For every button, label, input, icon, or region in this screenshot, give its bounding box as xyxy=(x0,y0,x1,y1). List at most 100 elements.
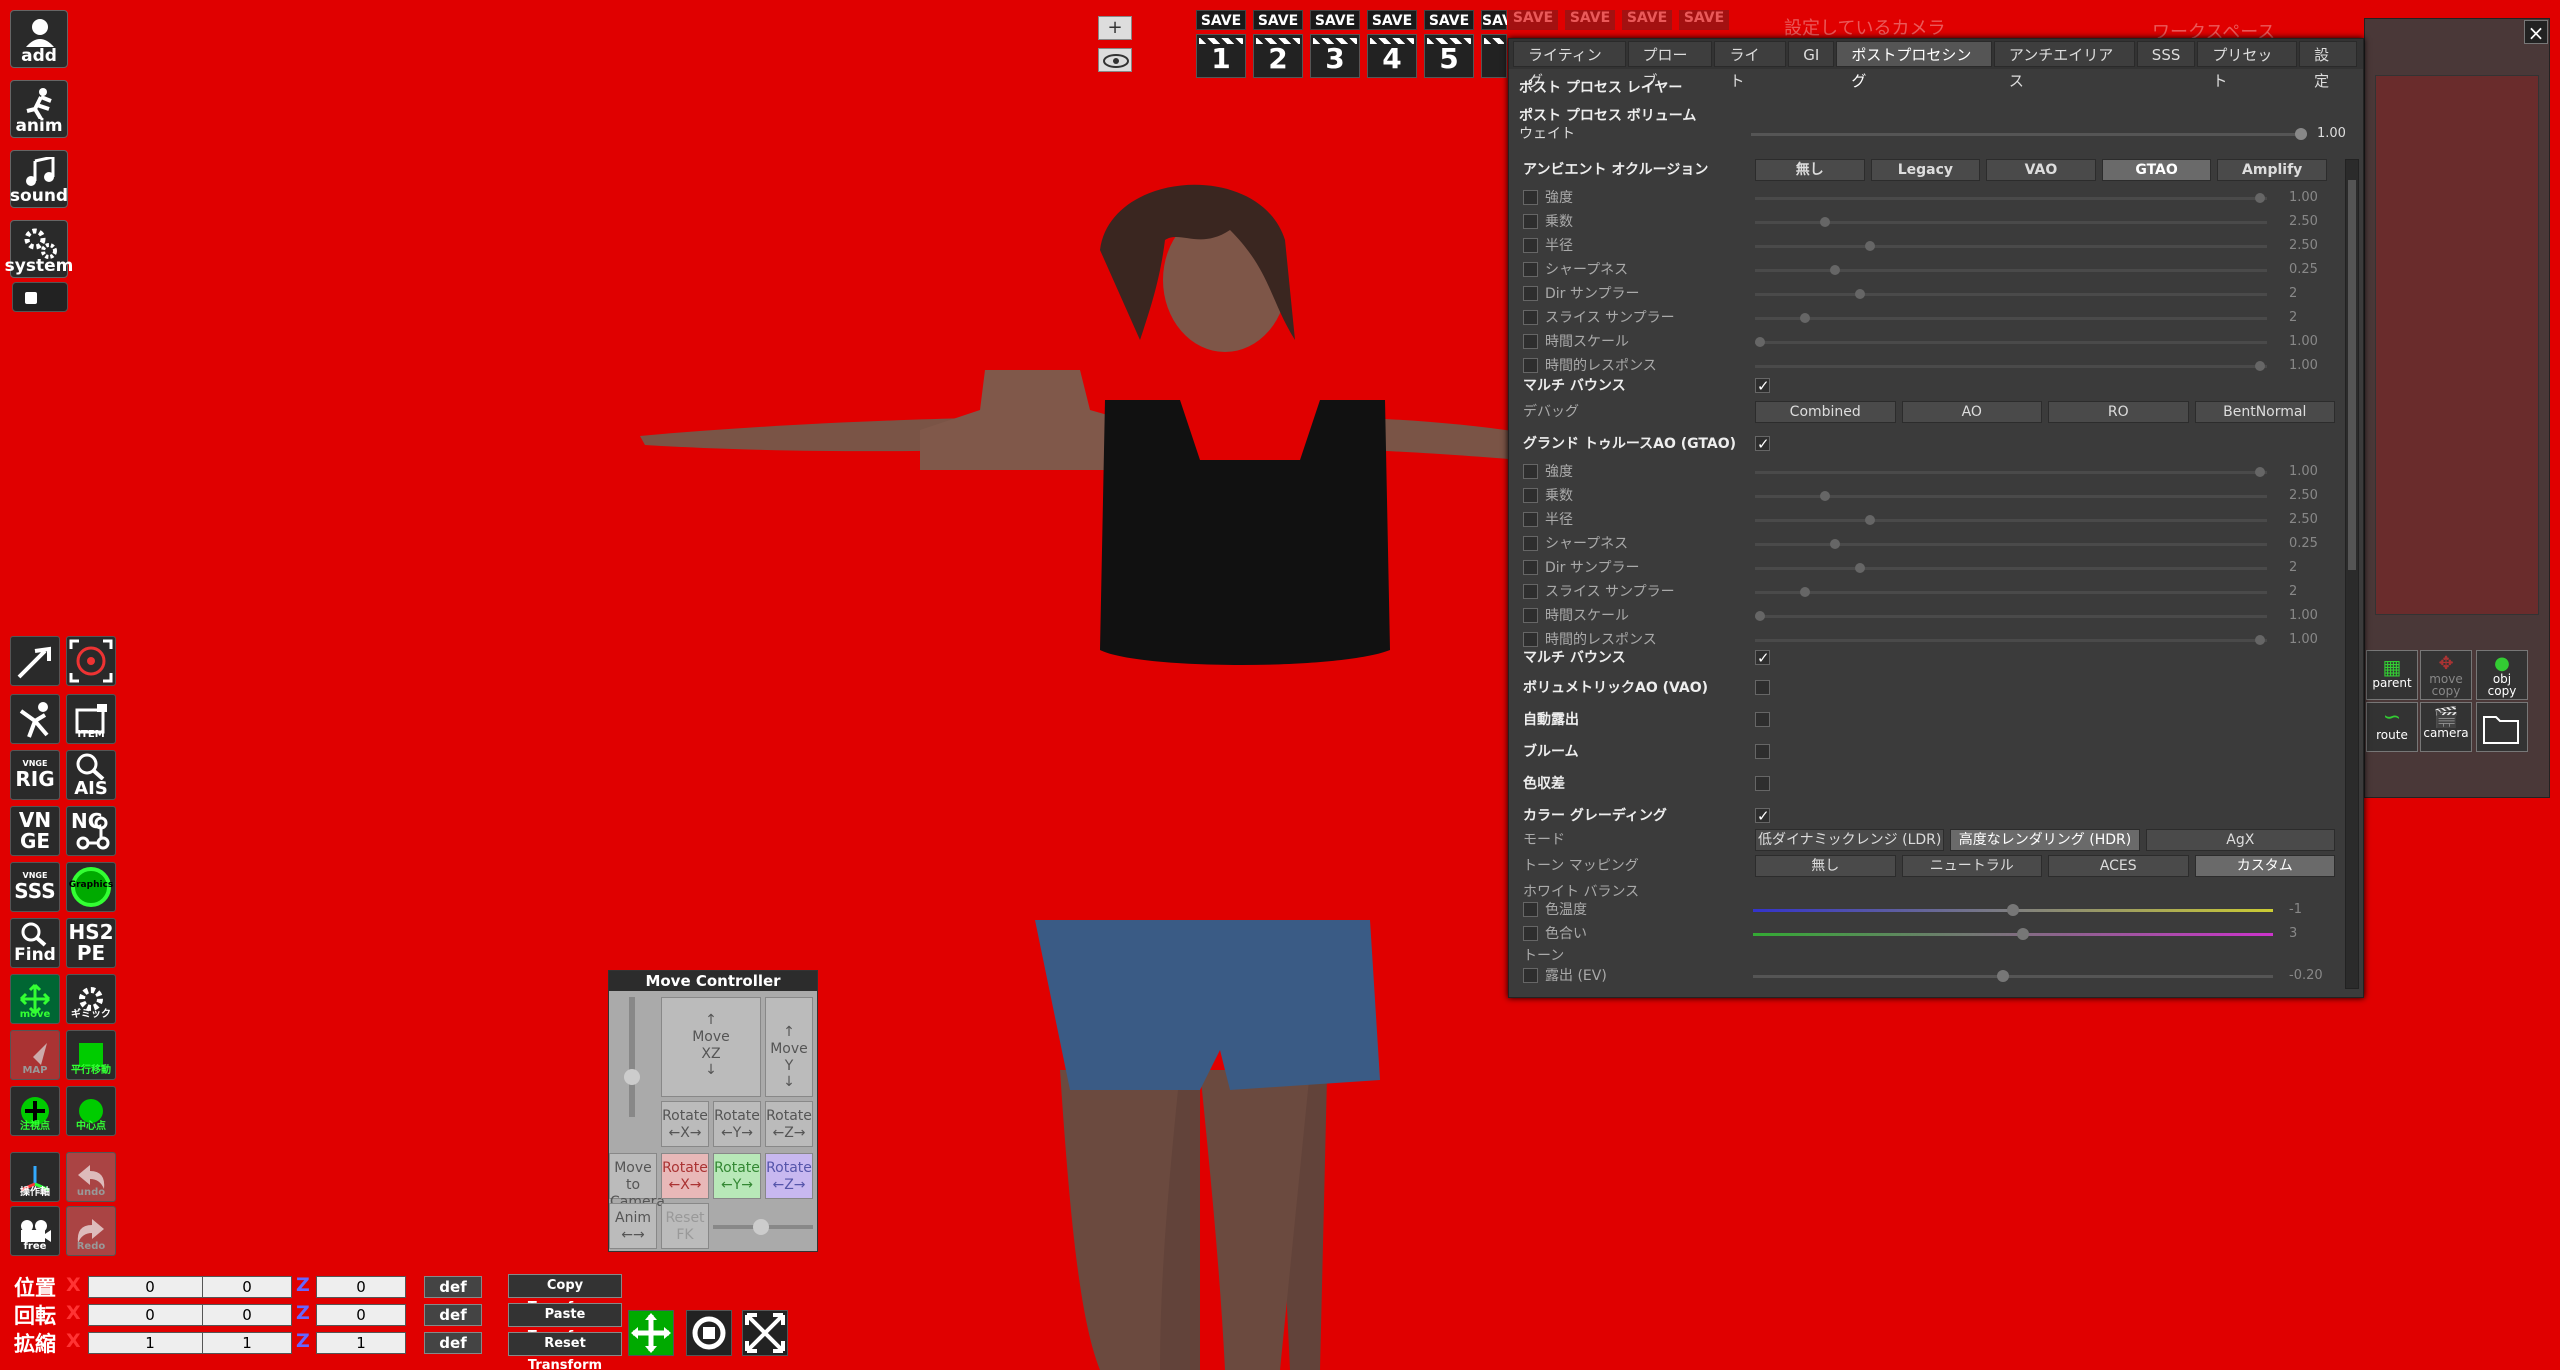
gtao-checkbox[interactable] xyxy=(1755,433,1770,455)
param-slider[interactable] xyxy=(1755,539,2267,549)
scale-def-button[interactable]: def xyxy=(424,1332,482,1354)
param-checkbox[interactable] xyxy=(1523,334,1538,349)
route-button[interactable]: ∽ route xyxy=(2366,702,2418,752)
param-knob[interactable] xyxy=(1755,611,1765,621)
sound-button[interactable]: sound xyxy=(10,150,68,208)
debug-combined[interactable]: Combined xyxy=(1755,401,1896,423)
weight-slider[interactable] xyxy=(1751,128,2307,140)
param-knob[interactable] xyxy=(1855,289,1865,299)
param-slider[interactable] xyxy=(1755,313,2267,323)
rotation-y-field[interactable]: 0 xyxy=(202,1304,292,1326)
tab-antialiasing[interactable]: アンチエイリアス xyxy=(1993,41,2135,90)
save-slot-5[interactable]: SAVE 5 xyxy=(1424,10,1474,78)
param-knob[interactable] xyxy=(1855,563,1865,573)
param-slider[interactable] xyxy=(1755,217,2267,227)
graphics-button[interactable]: Graphics xyxy=(66,862,116,912)
param-slider[interactable] xyxy=(1755,337,2267,347)
redo-button[interactable]: Redo xyxy=(66,1206,116,1256)
param-checkbox[interactable] xyxy=(1523,536,1538,551)
position-y-field[interactable]: 0 xyxy=(202,1276,292,1298)
param-knob[interactable] xyxy=(2255,193,2265,203)
close-icon[interactable]: × xyxy=(2524,20,2548,45)
save-slot-3[interactable]: SAVE 3 xyxy=(1310,10,1360,78)
param-knob[interactable] xyxy=(1830,265,1840,275)
param-knob[interactable] xyxy=(1865,515,1875,525)
obj-copy-button[interactable]: ● obj copy xyxy=(2476,650,2528,700)
scale-y-field[interactable]: 1 xyxy=(202,1332,292,1354)
mode-agx[interactable]: AgX xyxy=(2145,829,2335,851)
tab-post-processing[interactable]: ポストプロセシング xyxy=(1836,41,1992,90)
vnge-sss-button[interactable]: VNGE SSS xyxy=(10,862,60,912)
operation-axis-button[interactable]: 操作軸 xyxy=(10,1152,60,1202)
scale-z-field[interactable]: 1 xyxy=(316,1332,406,1354)
param-knob[interactable] xyxy=(2255,361,2265,371)
add-button[interactable]: add xyxy=(10,10,68,68)
scale-gizmo-button[interactable] xyxy=(742,1310,788,1356)
rotation-z-field[interactable]: 0 xyxy=(316,1304,406,1326)
pose-button[interactable] xyxy=(10,694,60,744)
system-button[interactable]: system xyxy=(5,220,73,278)
debug-ao[interactable]: AO xyxy=(1901,401,2042,423)
position-def-button[interactable]: def xyxy=(424,1276,482,1298)
anim-button-mc[interactable]: Anim ←→ xyxy=(609,1203,657,1249)
height-slider[interactable] xyxy=(624,997,640,1117)
auto-exposure-checkbox[interactable] xyxy=(1755,712,1770,727)
paste-transform-button[interactable]: Paste Transform xyxy=(508,1303,622,1344)
undo-button[interactable]: undo xyxy=(66,1152,116,1202)
param-checkbox[interactable] xyxy=(1523,584,1538,599)
param-slider[interactable] xyxy=(1755,491,2267,501)
rotate-z-button[interactable]: Rotate ←Z→ xyxy=(765,1101,813,1147)
param-checkbox[interactable] xyxy=(1523,488,1538,503)
rotation-x-field[interactable]: 0 xyxy=(88,1304,212,1326)
map-button[interactable]: MAP xyxy=(10,1030,60,1080)
rotate-x-local-button[interactable]: Rotate ←X→ xyxy=(661,1153,709,1199)
tonemap-none[interactable]: 無し xyxy=(1755,855,1896,877)
item-button[interactable]: ITEM xyxy=(66,694,116,744)
tab-settings[interactable]: 設定 xyxy=(2299,41,2357,90)
param-knob[interactable] xyxy=(1865,241,1875,251)
folder-button[interactable] xyxy=(2476,702,2528,752)
tonemap-aces[interactable]: ACES xyxy=(2048,855,2189,877)
ao-mode-legacy[interactable]: Legacy xyxy=(1870,159,1981,181)
multibounce2-checkbox[interactable] xyxy=(1755,647,1770,669)
color-grading-checkbox[interactable] xyxy=(1755,805,1770,827)
chromatic-checkbox[interactable] xyxy=(1755,776,1770,791)
param-checkbox[interactable] xyxy=(1523,608,1538,623)
param-checkbox[interactable] xyxy=(1523,560,1538,575)
param-checkbox[interactable] xyxy=(1523,286,1538,301)
param-checkbox[interactable] xyxy=(1523,214,1538,229)
zoom-plus-button[interactable]: + xyxy=(1098,16,1132,40)
param-knob[interactable] xyxy=(1755,337,1765,347)
debug-bentnormal[interactable]: BentNormal xyxy=(2194,401,2335,423)
move-xz-pad[interactable]: ↑ Move XZ ↓ xyxy=(661,997,761,1097)
tab-probe[interactable]: プローブ xyxy=(1627,41,1713,90)
free-button[interactable]: free xyxy=(10,1206,60,1256)
center-point-button[interactable]: 中心点 xyxy=(66,1086,116,1136)
tint-slider[interactable] xyxy=(1753,928,2273,940)
tonemap-custom[interactable]: カスタム xyxy=(2194,855,2335,877)
rotate-y-local-button[interactable]: Rotate ←Y→ xyxy=(713,1153,761,1199)
toggle-switch[interactable] xyxy=(12,282,68,312)
move-button[interactable]: move xyxy=(10,974,60,1024)
param-slider[interactable] xyxy=(1755,515,2267,525)
param-checkbox[interactable] xyxy=(1523,464,1538,479)
debug-ro[interactable]: RO xyxy=(2048,401,2189,423)
parent-button[interactable]: ▦ parent xyxy=(2366,650,2418,700)
save-slot-2[interactable]: SAVE 2 xyxy=(1253,10,1303,78)
param-slider[interactable] xyxy=(1755,563,2267,573)
param-knob[interactable] xyxy=(1800,313,1810,323)
ao-mode-none[interactable]: 無し xyxy=(1755,159,1865,181)
rotate-gizmo-button[interactable] xyxy=(686,1310,732,1356)
rotate-x-button[interactable]: Rotate ←X→ xyxy=(661,1101,709,1147)
param-checkbox[interactable] xyxy=(1523,632,1538,647)
vnge-rig-button[interactable]: VNGE RIG xyxy=(10,750,60,800)
param-checkbox[interactable] xyxy=(1523,512,1538,527)
gimmick-button[interactable]: ギミック xyxy=(66,974,116,1024)
camera-button[interactable]: 🎬 camera xyxy=(2420,702,2472,752)
panel-scrollbar[interactable] xyxy=(2345,159,2359,989)
exposure-checkbox[interactable] xyxy=(1523,968,1538,983)
mode-ldr[interactable]: 低ダイナミックレンジ (LDR) xyxy=(1755,829,1945,851)
param-checkbox[interactable] xyxy=(1523,310,1538,325)
anim-button[interactable]: anim xyxy=(10,80,68,138)
param-slider[interactable] xyxy=(1755,635,2267,645)
